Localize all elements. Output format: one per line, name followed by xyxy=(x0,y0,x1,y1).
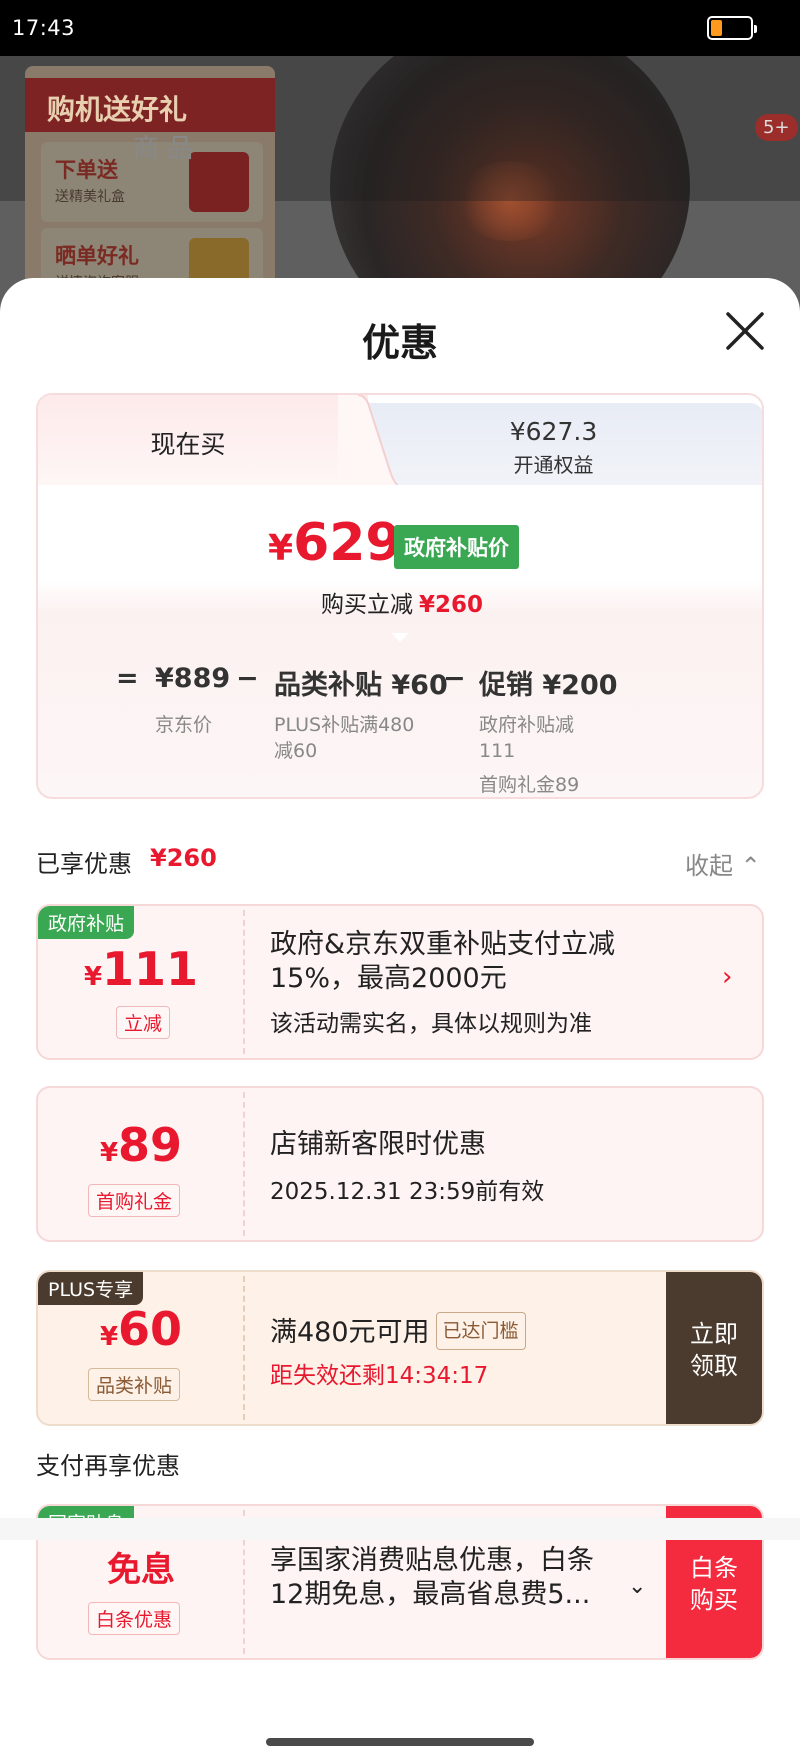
category-subsidy: 品类补贴 ¥60 xyxy=(274,670,448,701)
coupon-type-pill: 立减 xyxy=(116,1006,171,1039)
final-price: ¥629 xyxy=(268,513,402,573)
cart-badge: 5+ xyxy=(755,114,798,141)
minus-sign: − xyxy=(443,663,466,694)
threshold-reached-badge: 已达门槛 xyxy=(435,1312,526,1350)
coupon-rule: 该活动需实名，具体以规则为准 xyxy=(270,1011,592,1037)
discount-sheet: 优惠 ¥627.3 开通权益 现在买 ¥629 政府补贴价 购买立减 ¥260 =… xyxy=(0,278,800,1760)
tab-divider xyxy=(338,395,398,485)
price-breakdown-card: ¥627.3 开通权益 现在买 ¥629 政府补贴价 购买立减 ¥260 = ¥8… xyxy=(36,393,764,799)
coupon-amount: ¥60 xyxy=(99,1302,183,1356)
pay-desc-line2: 12期免息，最高省息费5... xyxy=(270,1579,591,1610)
coupon-amount: ¥111 xyxy=(83,942,199,996)
member-label: 开通权益 xyxy=(513,453,594,477)
close-icon xyxy=(726,312,764,350)
coupon-desc-line1: 店铺新客限时优惠 xyxy=(270,1129,486,1160)
close-button[interactable] xyxy=(722,308,768,354)
coupon-plus-exclusive: PLUS专享 ¥60 品类补贴 满480元可用 已达门槛 距失效还剩14:34:1… xyxy=(36,1270,764,1426)
coupon-tag: 政府补贴 xyxy=(38,906,135,939)
category-sub-2: 减60 xyxy=(274,740,318,762)
product-page-background: 购机送好礼 下单送 送精美礼盒 晒单好礼 详情咨询客服 商品 5+ xyxy=(0,56,800,316)
coupon-first-purchase[interactable]: ¥89 首购礼金 店铺新客限时优惠 2025.12.31 23:59前有效 xyxy=(36,1086,764,1242)
home-indicator[interactable] xyxy=(266,1738,534,1746)
pay-desc-line1: 享国家消费贴息优惠，白条 xyxy=(270,1545,594,1576)
coupon-desc-line2: 15%，最高2000元 xyxy=(270,963,507,994)
promo-sub-3: 首购礼金89 xyxy=(479,774,580,796)
member-price: ¥627.3 xyxy=(509,417,598,446)
coupon-condition: 满480元可用 已达门槛 xyxy=(270,1312,526,1350)
tab-member-price[interactable]: ¥627.3 开通权益 xyxy=(343,403,762,485)
coupon-expiry: 2025.12.31 23:59前有效 xyxy=(270,1179,545,1205)
promo-discount: 促销 ¥200 xyxy=(479,670,618,701)
equals-sign: = xyxy=(116,663,139,694)
category-sub-1: PLUS补贴满480 xyxy=(274,714,415,736)
chevron-right-icon[interactable]: › xyxy=(722,962,732,992)
tab-buy-now-label: 现在买 xyxy=(150,430,226,459)
interest-free-label: 免息 xyxy=(107,1550,175,1590)
coupon-countdown: 距失效还剩14:34:17 xyxy=(270,1363,489,1389)
promo-title: 购机送好礼 xyxy=(25,78,275,132)
claim-coupon-button[interactable]: 立即 领取 xyxy=(666,1272,762,1424)
minus-sign: − xyxy=(236,663,259,694)
coupon-type-pill: 白条优惠 xyxy=(88,1602,181,1635)
coupon-desc-line1: 政府&京东双重补贴支付立减 xyxy=(270,929,616,960)
coupon-amount: ¥89 xyxy=(99,1118,183,1172)
product-tab: 商品 xyxy=(133,134,202,164)
purchase-reduction: 购买立减 ¥260 xyxy=(320,592,483,618)
pay-section-title: 支付再享优惠 xyxy=(36,1452,180,1480)
enjoyed-discount-amount: ¥260 xyxy=(150,844,217,872)
jd-price: ¥889 xyxy=(155,663,231,694)
promo-sub-2: 111 xyxy=(479,740,516,762)
coupon-gov-subsidy[interactable]: 政府补贴 ¥111 立减 政府&京东双重补贴支付立减 15%，最高2000元 该… xyxy=(36,904,764,1060)
coupon-type-pill: 品类补贴 xyxy=(88,1368,181,1401)
enjoyed-discount-label: 已享优惠 xyxy=(36,850,132,878)
gov-subsidy-price-badge: 政府补贴价 xyxy=(394,525,519,569)
chevron-down-icon[interactable]: ⌄ xyxy=(628,1574,646,1599)
status-time: 17:43 xyxy=(12,16,76,40)
collapse-toggle[interactable]: 收起 ⌃ xyxy=(685,846,761,881)
coupon-tag: PLUS专享 xyxy=(38,1272,144,1305)
promo-sub-1: 政府补贴减 xyxy=(479,714,575,736)
coupon-type-pill: 首购礼金 xyxy=(88,1184,181,1217)
battery-icon xyxy=(707,16,757,40)
status-bar: 17:43 xyxy=(0,0,800,56)
sheet-title: 优惠 xyxy=(361,321,438,365)
tab-buy-now[interactable]: 现在买 xyxy=(38,395,368,485)
jd-price-label: 京东价 xyxy=(155,714,213,736)
